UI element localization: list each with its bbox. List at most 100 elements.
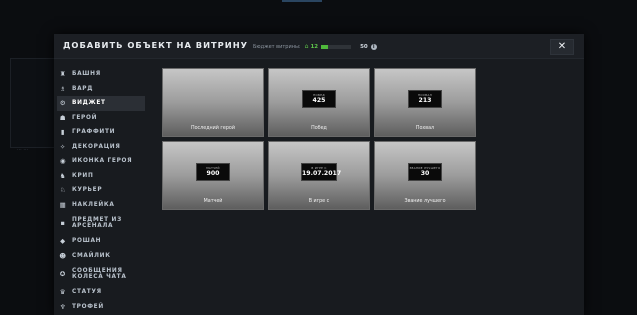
sidebar-item-widget[interactable]: ⚙ ВИДЖЕТ xyxy=(57,96,145,111)
graffiti-icon: ▮ xyxy=(60,128,66,137)
budget-total-value: 50 xyxy=(360,43,368,50)
sidebar-item-label: ВИДЖЕТ xyxy=(72,100,106,106)
background-label: ... ... xyxy=(17,146,29,152)
sidebar-item-label-line1: БАШНЯ xyxy=(72,71,101,78)
widget-preview-plate: МАТЧЕЙ 900 xyxy=(196,163,230,181)
sidebar-item-label: НАКЛЕЙКА xyxy=(72,202,115,208)
sidebar-item-label-line1: ГРАФФИТИ xyxy=(72,129,116,136)
sidebar-item-label-line1: ГЕРОЙ xyxy=(72,114,98,121)
sidebar-item-roshan[interactable]: ◆ РОШАН xyxy=(57,234,145,249)
widget-icon: ⚙ xyxy=(59,99,67,108)
sidebar-item-statue[interactable]: ♛ СТАТУЯ xyxy=(57,285,145,300)
widget-preview-plate: ЗВАНИЕ ЛУЧШЕГО 30 xyxy=(408,163,442,181)
plate-value: 425 xyxy=(312,97,326,104)
tower-icon: ♜ xyxy=(59,70,67,79)
widget-tile[interactable]: ПОХВАЛ 213 Похвал xyxy=(374,68,476,137)
chat-wheel-icon: ✪ xyxy=(59,270,67,278)
hero-icon-icon: ◉ xyxy=(59,157,67,166)
budget-label: Бюджет витрины: xyxy=(253,43,301,50)
sidebar-item-label: ГЕРОЙ xyxy=(72,115,97,121)
background-glow xyxy=(282,0,322,2)
close-button[interactable]: ✕ xyxy=(550,39,574,55)
widget-tile[interactable]: МАТЧЕЙ 900 Матчей xyxy=(162,141,264,210)
sidebar-item-armory-item[interactable]: ▪ ПРЕДМЕТ ИЗ АРСЕНАЛА xyxy=(57,212,145,234)
home-icon: ⌂ xyxy=(304,43,309,50)
info-icon[interactable]: i xyxy=(370,43,377,50)
sidebar-item-trophy[interactable]: ♆ ТРОФЕЙ xyxy=(57,300,145,315)
sidebar-item-label: СМАЙЛИК xyxy=(72,253,111,259)
widget-preview-plate: ПОБЕД 425 xyxy=(302,90,336,108)
sidebar-item-label-line1: НАКЛЕЙКА xyxy=(72,201,115,208)
widget-tile-caption: В игре с xyxy=(308,199,330,204)
statue-icon: ♛ xyxy=(59,288,67,297)
sidebar-item-chat-wheel[interactable]: ✪ СООБЩЕНИЯ КОЛЕСА ЧАТА xyxy=(57,263,145,285)
dialog-title: ДОБАВИТЬ ОБЪЕКТ НА ВИТРИНУ xyxy=(63,40,249,50)
sidebar-item-label-line1: КРИП xyxy=(72,172,94,179)
sidebar-item-label: ВАРД xyxy=(72,86,93,92)
widget-tile[interactable]: Последний герой xyxy=(162,68,264,137)
sidebar-item-label: ИКОНКА ГЕРОЯ xyxy=(72,158,132,164)
widget-tile-caption: Похвал xyxy=(415,126,435,131)
ward-icon: ♗ xyxy=(59,84,67,93)
sidebar-item-ward[interactable]: ♗ ВАРД xyxy=(57,82,145,97)
sidebar-item-label: СООБЩЕНИЯ КОЛЕСА ЧАТА xyxy=(72,268,127,280)
sidebar-item-label: ГРАФФИТИ xyxy=(72,129,115,135)
budget-progress-bar xyxy=(321,44,352,49)
sidebar-item-graffiti[interactable]: ▮ ГРАФФИТИ xyxy=(57,125,145,140)
category-sidebar: ♜ БАШНЯ ♗ ВАРД ⚙ ВИДЖЕТ ☗ ГЕРОЙ ▮ ГРАФФИТИ ✧ ДЕКОРА… xyxy=(57,67,145,314)
sidebar-item-label-line1: ВАРД xyxy=(72,85,94,92)
budget-used-value: 12 xyxy=(310,43,319,50)
widget-tile[interactable]: В ИГРЕ С 19.07.2017 В игре с xyxy=(268,141,370,210)
sidebar-item-label: ТРОФЕЙ xyxy=(72,304,104,310)
sidebar-item-label-line1: ИКОНКА ГЕРОЯ xyxy=(72,158,133,165)
sidebar-item-tower[interactable]: ♜ БАШНЯ xyxy=(57,67,145,82)
sidebar-item-courier[interactable]: ♘ КУРЬЕР xyxy=(57,183,145,198)
plate-value: 19.07.2017 xyxy=(302,170,342,177)
widget-tile-caption: Звание лучшего xyxy=(404,199,446,204)
sticker-icon: ▦ xyxy=(59,200,67,209)
dialog-header: ДОБАВИТЬ ОБЪЕКТ НА ВИТРИНУ Бюджет витрин… xyxy=(54,34,584,59)
widget-preview-plate: ПОХВАЛ 213 xyxy=(408,90,442,108)
widget-tile-grid: Последний герой ПОБЕД 425 Побед ПОХВАЛ 213 Пох… xyxy=(162,68,478,210)
creep-icon: ♞ xyxy=(59,171,67,180)
showcase-budget: Бюджет витрины: ⌂ 12 50 i xyxy=(253,42,377,51)
sidebar-item-hero-icon[interactable]: ◉ ИКОНКА ГЕРОЯ xyxy=(57,154,145,169)
hero-icon: ☗ xyxy=(59,113,67,122)
sidebar-item-emoticon[interactable]: ☻ СМАЙЛИК xyxy=(57,249,145,264)
plate-value: 213 xyxy=(418,97,432,104)
sidebar-item-label: ДЕКОРАЦИЯ xyxy=(72,144,121,150)
sidebar-item-label: КУРЬЕР xyxy=(72,187,102,193)
sidebar-item-label: ПРЕДМЕТ ИЗ АРСЕНАЛА xyxy=(72,217,122,229)
sidebar-item-label: СТАТУЯ xyxy=(72,289,102,295)
sidebar-item-label-line1: ТРОФЕЙ xyxy=(72,303,104,310)
sidebar-item-label-line1: КУРЬЕР xyxy=(72,187,103,194)
trophy-icon: ♆ xyxy=(59,302,67,311)
roshan-icon: ◆ xyxy=(60,237,66,246)
plate-value: 30 xyxy=(420,170,430,177)
budget-progress-fill xyxy=(321,44,329,49)
widget-tile[interactable]: ПОБЕД 425 Побед xyxy=(268,68,370,137)
sidebar-item-sticker[interactable]: ▦ НАКЛЕЙКА xyxy=(57,198,145,213)
sidebar-item-label-line1: СТАТУЯ xyxy=(72,289,102,296)
sidebar-item-decoration[interactable]: ✧ ДЕКОРАЦИЯ xyxy=(57,140,145,155)
emoticon-icon: ☻ xyxy=(59,251,67,260)
widget-tile[interactable]: ЗВАНИЕ ЛУЧШЕГО 30 Звание лучшего xyxy=(374,141,476,210)
courier-icon: ♘ xyxy=(59,186,67,195)
add-showcase-item-dialog: ДОБАВИТЬ ОБЪЕКТ НА ВИТРИНУ Бюджет витрин… xyxy=(54,34,584,315)
sidebar-item-label-line1: РОШАН xyxy=(72,238,102,245)
widget-tile-caption: Последний герой xyxy=(191,126,235,131)
sidebar-item-label-line1: СМАЙЛИК xyxy=(72,252,111,259)
sidebar-item-label: БАШНЯ xyxy=(72,71,101,77)
sidebar-item-label-line2: КОЛЕСА ЧАТА xyxy=(72,274,127,280)
widget-tile-caption: Побед xyxy=(311,126,327,131)
decoration-icon: ✧ xyxy=(59,142,67,151)
sidebar-item-creep[interactable]: ♞ КРИП xyxy=(57,169,145,184)
widget-tile-caption: Матчей xyxy=(203,199,223,204)
sidebar-item-label-line1: ВИДЖЕТ xyxy=(72,100,106,107)
widget-preview-plate: В ИГРЕ С 19.07.2017 xyxy=(301,163,342,181)
armory-item-icon: ▪ xyxy=(60,219,66,227)
background-panel xyxy=(10,58,57,148)
sidebar-item-hero[interactable]: ☗ ГЕРОЙ xyxy=(57,111,145,126)
sidebar-item-label-line2: АРСЕНАЛА xyxy=(72,223,114,229)
sidebar-item-label: РОШАН xyxy=(72,238,101,244)
